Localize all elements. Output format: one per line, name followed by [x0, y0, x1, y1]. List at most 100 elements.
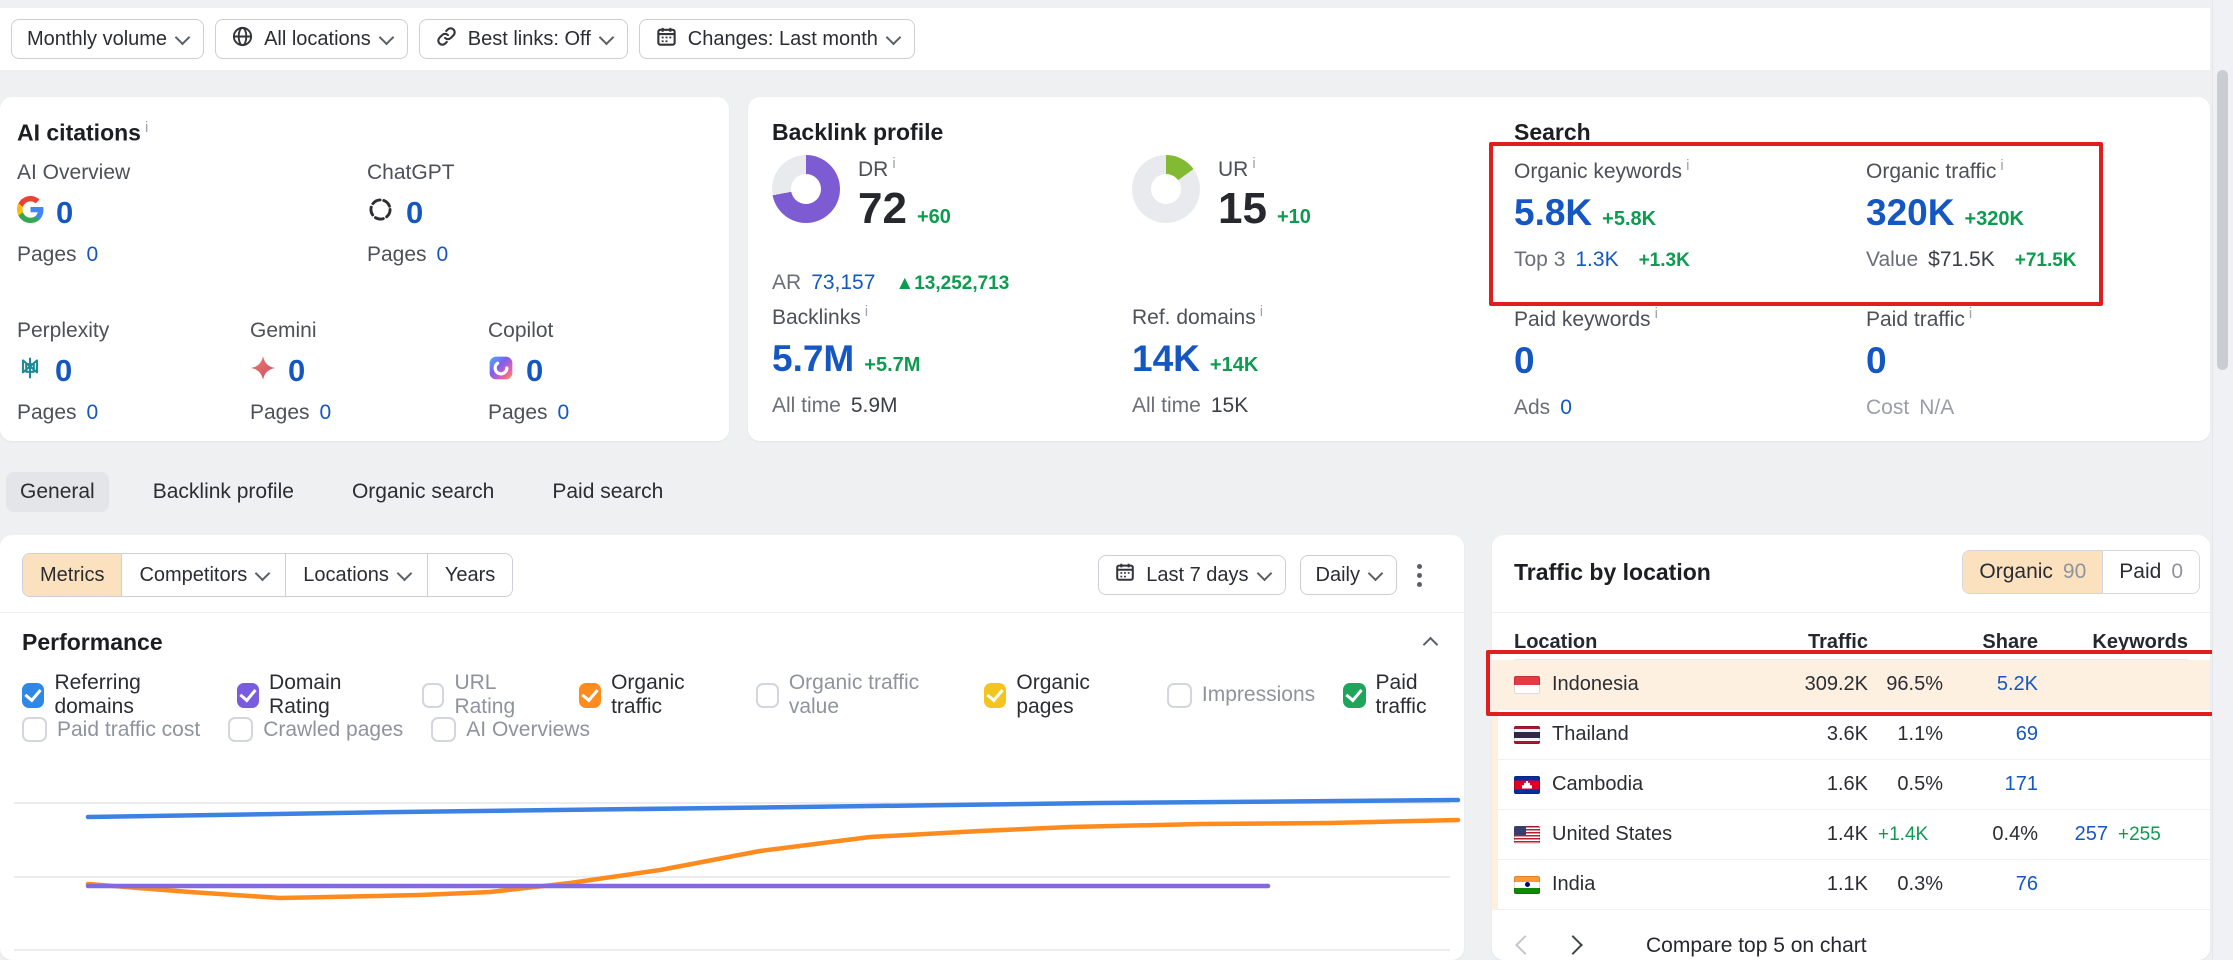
info-icon[interactable]: i — [145, 119, 148, 136]
chart-date-controls: Last 7 days Daily — [1098, 555, 1428, 595]
info-icon[interactable]: i — [1260, 303, 1263, 320]
vertical-scrollbar-thumb[interactable] — [2217, 70, 2228, 370]
paid-traffic-value[interactable]: 0 — [1866, 340, 1887, 382]
info-icon[interactable]: i — [1969, 305, 1972, 322]
organic-keywords-value[interactable]: 5.8K — [1514, 192, 1592, 234]
chevron-down-icon — [886, 29, 902, 45]
toggle-organic-button[interactable]: Organic90 — [1963, 551, 2102, 593]
gemini-count[interactable]: 0 — [288, 353, 305, 389]
chatgpt-count[interactable]: 0 — [406, 195, 423, 231]
location-row-indonesia[interactable]: Indonesia 309.2K 96.5% 5.2K — [1498, 660, 2210, 710]
metric-checkbox-referring-domains[interactable]: Referring domains — [22, 671, 209, 719]
location-table-body: Indonesia 309.2K 96.5% 5.2K Thailand 3.6… — [1492, 660, 2210, 910]
locations-filter[interactable]: All locations — [215, 19, 408, 59]
next-page-button[interactable] — [1562, 934, 1584, 959]
top3-value[interactable]: 1.3K — [1575, 248, 1618, 272]
previous-page-button[interactable] — [1514, 934, 1536, 959]
paid-keywords-value[interactable]: 0 — [1514, 340, 1535, 382]
granularity-button[interactable]: Daily — [1300, 555, 1397, 595]
keywords-link[interactable]: 257 — [2038, 823, 2108, 846]
changes-filter[interactable]: Changes: Last month — [639, 19, 915, 59]
view-years-button[interactable]: Years — [427, 554, 512, 596]
copilot-count[interactable]: 0 — [526, 353, 543, 389]
toggle-paid-button[interactable]: Paid0 — [2102, 551, 2199, 593]
metric-checkbox-ai-overviews[interactable]: AI Overviews — [431, 717, 590, 742]
tab-general[interactable]: General — [6, 472, 109, 512]
chatgpt-pages-count[interactable]: 0 — [437, 243, 449, 267]
checkbox-checked-icon — [22, 683, 44, 708]
keywords-link[interactable]: 5.2K — [1943, 673, 2038, 696]
domain-rating-block: DRi 72+60 — [772, 155, 951, 234]
section-tabs: General Backlink profile Organic search … — [6, 472, 677, 512]
metric-checkbox-paid-traffic-cost[interactable]: Paid traffic cost — [22, 717, 200, 742]
info-icon[interactable]: i — [865, 303, 868, 320]
monthly-volume-filter[interactable]: Monthly volume — [11, 19, 204, 59]
ar-value[interactable]: 73,157 — [811, 271, 875, 295]
india-flag-icon — [1514, 876, 1540, 894]
info-icon[interactable]: i — [2000, 157, 2003, 174]
checkbox-label: Impressions — [1202, 683, 1315, 707]
location-row-thailand[interactable]: Thailand 3.6K 1.1% 69 — [1498, 710, 2210, 760]
date-range-button[interactable]: Last 7 days — [1098, 555, 1285, 595]
location-name: Cambodia — [1552, 773, 1643, 796]
keywords-link[interactable]: 76 — [1943, 873, 2038, 896]
best-links-filter[interactable]: Best links: Off — [419, 19, 628, 59]
alltime-label: All time — [772, 394, 841, 418]
backlinks-label: Backlinks — [772, 306, 861, 329]
metric-checkbox-domain-rating[interactable]: Domain Rating — [237, 671, 394, 719]
perplexity-pages-count[interactable]: 0 — [87, 401, 99, 425]
metric-checkbox-organic-pages[interactable]: Organic pages — [984, 671, 1139, 719]
tab-organic-search[interactable]: Organic search — [338, 472, 508, 512]
backlinks-value[interactable]: 5.7M — [772, 338, 854, 380]
metric-checkbox-crawled-pages[interactable]: Crawled pages — [228, 717, 403, 742]
info-icon[interactable]: i — [1686, 157, 1689, 174]
ai-overview-pages-count[interactable]: 0 — [87, 243, 99, 267]
chevron-left-icon — [1515, 935, 1535, 955]
metric-checkbox-impressions[interactable]: Impressions — [1167, 683, 1315, 708]
more-options-button[interactable] — [1411, 558, 1428, 593]
view-locations-button[interactable]: Locations — [285, 554, 427, 596]
metric-checkbox-paid-traffic[interactable]: Paid traffic — [1343, 671, 1464, 719]
compare-top-5-button[interactable]: Compare top 5 on chart — [1640, 933, 1873, 959]
collapse-section-icon[interactable] — [1423, 637, 1439, 653]
organic-traffic-delta: +320K — [1964, 208, 2024, 231]
ads-value[interactable]: 0 — [1560, 396, 1572, 420]
view-metrics-label: Metrics — [40, 564, 104, 587]
location-row-united-states[interactable]: United States 1.4K +1.4K 0.4% 257 +255 — [1498, 810, 2210, 860]
performance-title: Performance — [22, 629, 163, 656]
ai-overview-count[interactable]: 0 — [56, 195, 73, 231]
gemini-pages-count[interactable]: 0 — [320, 401, 332, 425]
share-value: 0.4% — [1943, 823, 2038, 846]
info-icon[interactable]: i — [1252, 155, 1255, 172]
vertical-scrollbar-track[interactable] — [2212, 0, 2233, 960]
location-name: India — [1552, 873, 1595, 896]
ref-domains-value[interactable]: 14K — [1132, 338, 1200, 380]
perplexity-count[interactable]: 0 — [55, 353, 72, 389]
view-competitors-button[interactable]: Competitors — [121, 554, 285, 596]
divider — [1492, 612, 2210, 613]
pages-label: Pages — [17, 243, 77, 267]
copilot-icon — [488, 353, 514, 389]
chevron-down-icon — [175, 29, 191, 45]
view-metrics-button[interactable]: Metrics — [23, 554, 121, 596]
cambodia-flag-icon — [1514, 776, 1540, 794]
keywords-link[interactable]: 69 — [1943, 723, 2038, 746]
location-row-india[interactable]: India 1.1K 0.3% 76 — [1498, 860, 2210, 910]
metric-checkbox-organic-traffic-value[interactable]: Organic traffic value — [756, 671, 956, 719]
copilot-pages-count[interactable]: 0 — [558, 401, 570, 425]
chatgpt-label: ChatGPT — [367, 161, 587, 185]
traffic-by-location-card: Traffic by location Organic90 Paid0 Loca… — [1492, 535, 2210, 960]
location-row-cambodia[interactable]: Cambodia 1.6K 0.5% 171 — [1498, 760, 2210, 810]
organic-traffic-value[interactable]: 320K — [1866, 192, 1954, 234]
changes-label: Changes: Last month — [688, 28, 878, 51]
ar-label: AR — [772, 271, 801, 295]
ref-domains-alltime-value: 15K — [1211, 394, 1248, 418]
metric-checkbox-url-rating[interactable]: URL Rating — [422, 671, 551, 719]
metric-checkbox-row-1: Referring domains Domain Rating URL Rati… — [22, 671, 1464, 719]
info-icon[interactable]: i — [1655, 305, 1658, 322]
info-icon[interactable]: i — [892, 155, 895, 172]
tab-paid-search[interactable]: Paid search — [538, 472, 677, 512]
metric-checkbox-organic-traffic[interactable]: Organic traffic — [579, 671, 728, 719]
tab-backlink-profile[interactable]: Backlink profile — [139, 472, 308, 512]
keywords-link[interactable]: 171 — [1943, 773, 2038, 796]
